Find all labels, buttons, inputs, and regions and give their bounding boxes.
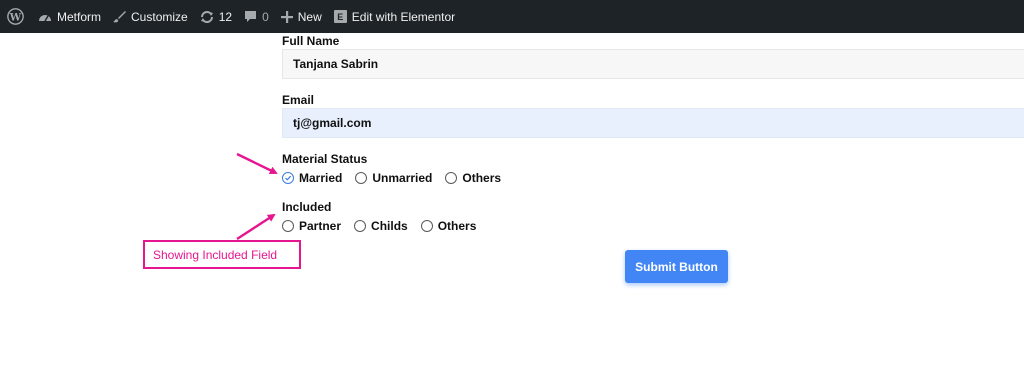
arrow-to-status <box>236 152 278 175</box>
annotation-arrows <box>236 152 278 241</box>
annotation-label: Showing Included Field <box>143 240 301 269</box>
arrow-to-included <box>236 213 276 241</box>
